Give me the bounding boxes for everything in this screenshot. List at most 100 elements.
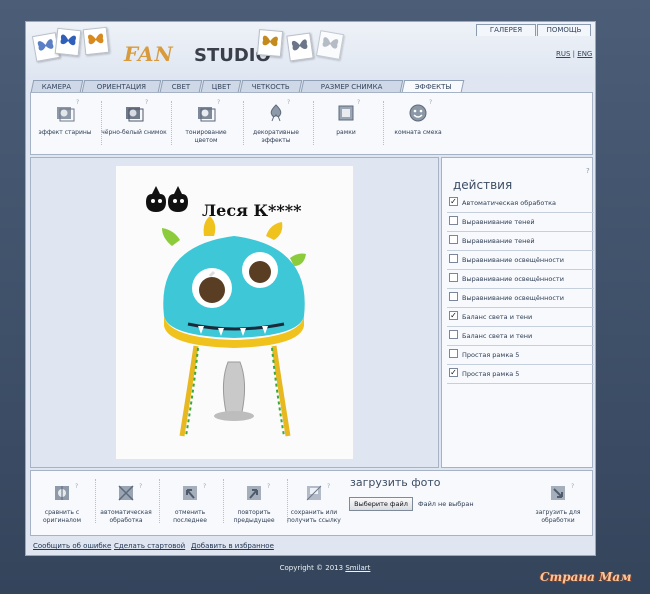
- action-item[interactable]: ✓ Простая рамка 5: [447, 365, 594, 384]
- help-icon[interactable]: ?: [571, 483, 574, 490]
- make-homepage-link[interactable]: Сделать стартовой: [114, 539, 185, 553]
- help-icon[interactable]: ?: [76, 99, 79, 106]
- black-white-icon: [126, 107, 144, 122]
- butterfly-photo-icon: [286, 32, 314, 62]
- copyright-text: Copyright © 2013: [279, 564, 346, 572]
- tab-bar: КАМЕРА ОРИЕНТАЦИЯ СВЕТ ЦВЕТ ЧЕТКОСТЬ РАЗ…: [30, 80, 593, 92]
- effect-label: чёрно-белый снимок: [101, 129, 167, 136]
- action-label: Автоматическая обработка: [462, 199, 557, 207]
- auto-label: автоматическая обработка: [100, 509, 152, 524]
- tab-effects[interactable]: ЭФФЕКТЫ: [401, 80, 465, 92]
- action-checkbox[interactable]: [449, 216, 458, 225]
- help-icon[interactable]: ?: [139, 483, 142, 490]
- help-icon[interactable]: ?: [586, 167, 590, 175]
- bottom-toolbar: сравнить с оригиналом ? автоматическая о…: [30, 470, 593, 536]
- action-label: Простая рамка 5: [462, 370, 520, 378]
- photo-preview[interactable]: Леся К****: [116, 166, 353, 459]
- effect-decorative[interactable]: декоративные эффекты ?: [243, 99, 309, 145]
- butterfly-photo-icon: [54, 27, 82, 57]
- tab-color[interactable]: ЦВЕТ: [200, 80, 242, 92]
- tab-photo-size[interactable]: РАЗМЕР СНИМКА: [300, 80, 404, 92]
- hat-photo: Леся К****: [146, 186, 306, 437]
- effect-label: комната смеха: [394, 129, 442, 136]
- auto-process-icon: [118, 485, 134, 501]
- action-checkbox[interactable]: ✓: [449, 368, 458, 377]
- upload-title: загрузить фото: [350, 476, 441, 489]
- help-icon[interactable]: ?: [357, 99, 360, 106]
- lang-eng[interactable]: ENG: [577, 50, 592, 58]
- old-photo-icon: [57, 107, 75, 122]
- add-favorites-link[interactable]: Добавить в избранное: [191, 539, 274, 553]
- action-checkbox[interactable]: [449, 273, 458, 282]
- upload-label: загрузить для обработки: [535, 509, 581, 524]
- action-checkbox[interactable]: [449, 330, 458, 339]
- compare-label: сравнить с оригиналом: [42, 509, 82, 524]
- action-label: Выравнивание освещённости: [462, 294, 564, 302]
- upload-button[interactable]: загрузить для обработки ?: [527, 481, 589, 525]
- action-item[interactable]: Простая рамка 5: [447, 346, 594, 365]
- actions-title: действия: [453, 178, 513, 192]
- effect-old-photo[interactable]: эффект старины ?: [32, 99, 98, 137]
- tab-sharpness[interactable]: ЧЕТКОСТЬ: [239, 80, 303, 92]
- action-item[interactable]: Баланс света и тени: [447, 327, 594, 346]
- action-label: Простая рамка 5: [462, 351, 520, 359]
- effect-black-white[interactable]: чёрно-белый снимок ?: [101, 99, 167, 137]
- effects-panel: эффект старины ? чёрно-белый снимок ? то…: [30, 92, 593, 155]
- action-label: Баланс света и тени: [462, 313, 533, 321]
- compare-button[interactable]: сравнить с оригиналом ?: [31, 481, 93, 525]
- logo-fan: FAN: [124, 42, 174, 66]
- butterfly-photo-icon: [82, 26, 110, 56]
- funhouse-icon: [409, 104, 427, 122]
- help-icon[interactable]: ?: [267, 483, 270, 490]
- butterfly-photo-icon: [315, 30, 345, 60]
- action-item[interactable]: Выравнивание освещённости: [447, 251, 594, 270]
- redo-icon: [247, 486, 261, 500]
- action-checkbox[interactable]: [449, 254, 458, 263]
- color-tone-icon: [198, 107, 216, 122]
- effect-color-tone[interactable]: тонирование цветом ?: [173, 99, 239, 145]
- compare-icon: [55, 486, 69, 500]
- undo-icon: [183, 486, 197, 500]
- app-frame: FAN STUDIO ГАЛЕРЕЯ ПОМОЩЬ RUS | ENG КАМЕ…: [25, 21, 596, 556]
- help-icon[interactable]: ?: [327, 483, 330, 490]
- help-icon[interactable]: ?: [287, 99, 290, 106]
- lang-rus[interactable]: RUS: [556, 50, 570, 58]
- divider: [171, 101, 172, 145]
- help-icon[interactable]: ?: [145, 99, 148, 106]
- help-icon[interactable]: ?: [217, 99, 220, 106]
- action-checkbox[interactable]: [449, 292, 458, 301]
- nav-gallery[interactable]: ГАЛЕРЕЯ: [476, 24, 536, 36]
- action-item[interactable]: ✓ Автоматическая обработка: [447, 194, 594, 213]
- choose-file-button[interactable]: Выберите файл: [349, 497, 413, 511]
- tab-light[interactable]: СВЕТ: [159, 80, 203, 92]
- effect-funhouse[interactable]: комната смеха ?: [385, 99, 451, 137]
- nav-help[interactable]: ПОМОЩЬ: [537, 24, 591, 36]
- action-item[interactable]: ✓ Баланс света и тени: [447, 308, 594, 327]
- help-icon[interactable]: ?: [203, 483, 206, 490]
- tab-camera[interactable]: КАМЕРА: [30, 80, 84, 92]
- language-switch: RUS | ENG: [556, 50, 592, 58]
- help-icon[interactable]: ?: [75, 483, 78, 490]
- redo-button[interactable]: повторить предыдущее ?: [223, 481, 285, 525]
- undo-button[interactable]: отменить последнее ?: [159, 481, 221, 525]
- save-link-button[interactable]: сохранить или получить ссылку ?: [283, 481, 345, 525]
- auto-process-button[interactable]: автоматическая обработка ?: [95, 481, 157, 525]
- tab-orientation[interactable]: ОРИЕНТАЦИЯ: [81, 80, 162, 92]
- action-item[interactable]: Выравнивание освещённости: [447, 289, 594, 308]
- effect-frames[interactable]: рамки ?: [313, 99, 379, 137]
- help-icon[interactable]: ?: [429, 99, 432, 106]
- save-icon: [306, 485, 322, 501]
- action-label: Баланс света и тени: [462, 332, 533, 340]
- action-label: Выравнивание освещённости: [462, 275, 564, 283]
- action-checkbox[interactable]: [449, 349, 458, 358]
- action-checkbox[interactable]: ✓: [449, 311, 458, 320]
- action-label: Выравнивание теней: [462, 237, 535, 245]
- action-item[interactable]: Выравнивание освещённости: [447, 270, 594, 289]
- action-checkbox[interactable]: ✓: [449, 197, 458, 206]
- report-error-link[interactable]: Сообщить об ошибке: [33, 539, 111, 553]
- action-item[interactable]: Выравнивание теней: [447, 232, 594, 251]
- copyright-link[interactable]: Smilart: [345, 564, 370, 572]
- undo-label: отменить последнее: [173, 509, 207, 524]
- action-checkbox[interactable]: [449, 235, 458, 244]
- action-item[interactable]: Выравнивание теней: [447, 213, 594, 232]
